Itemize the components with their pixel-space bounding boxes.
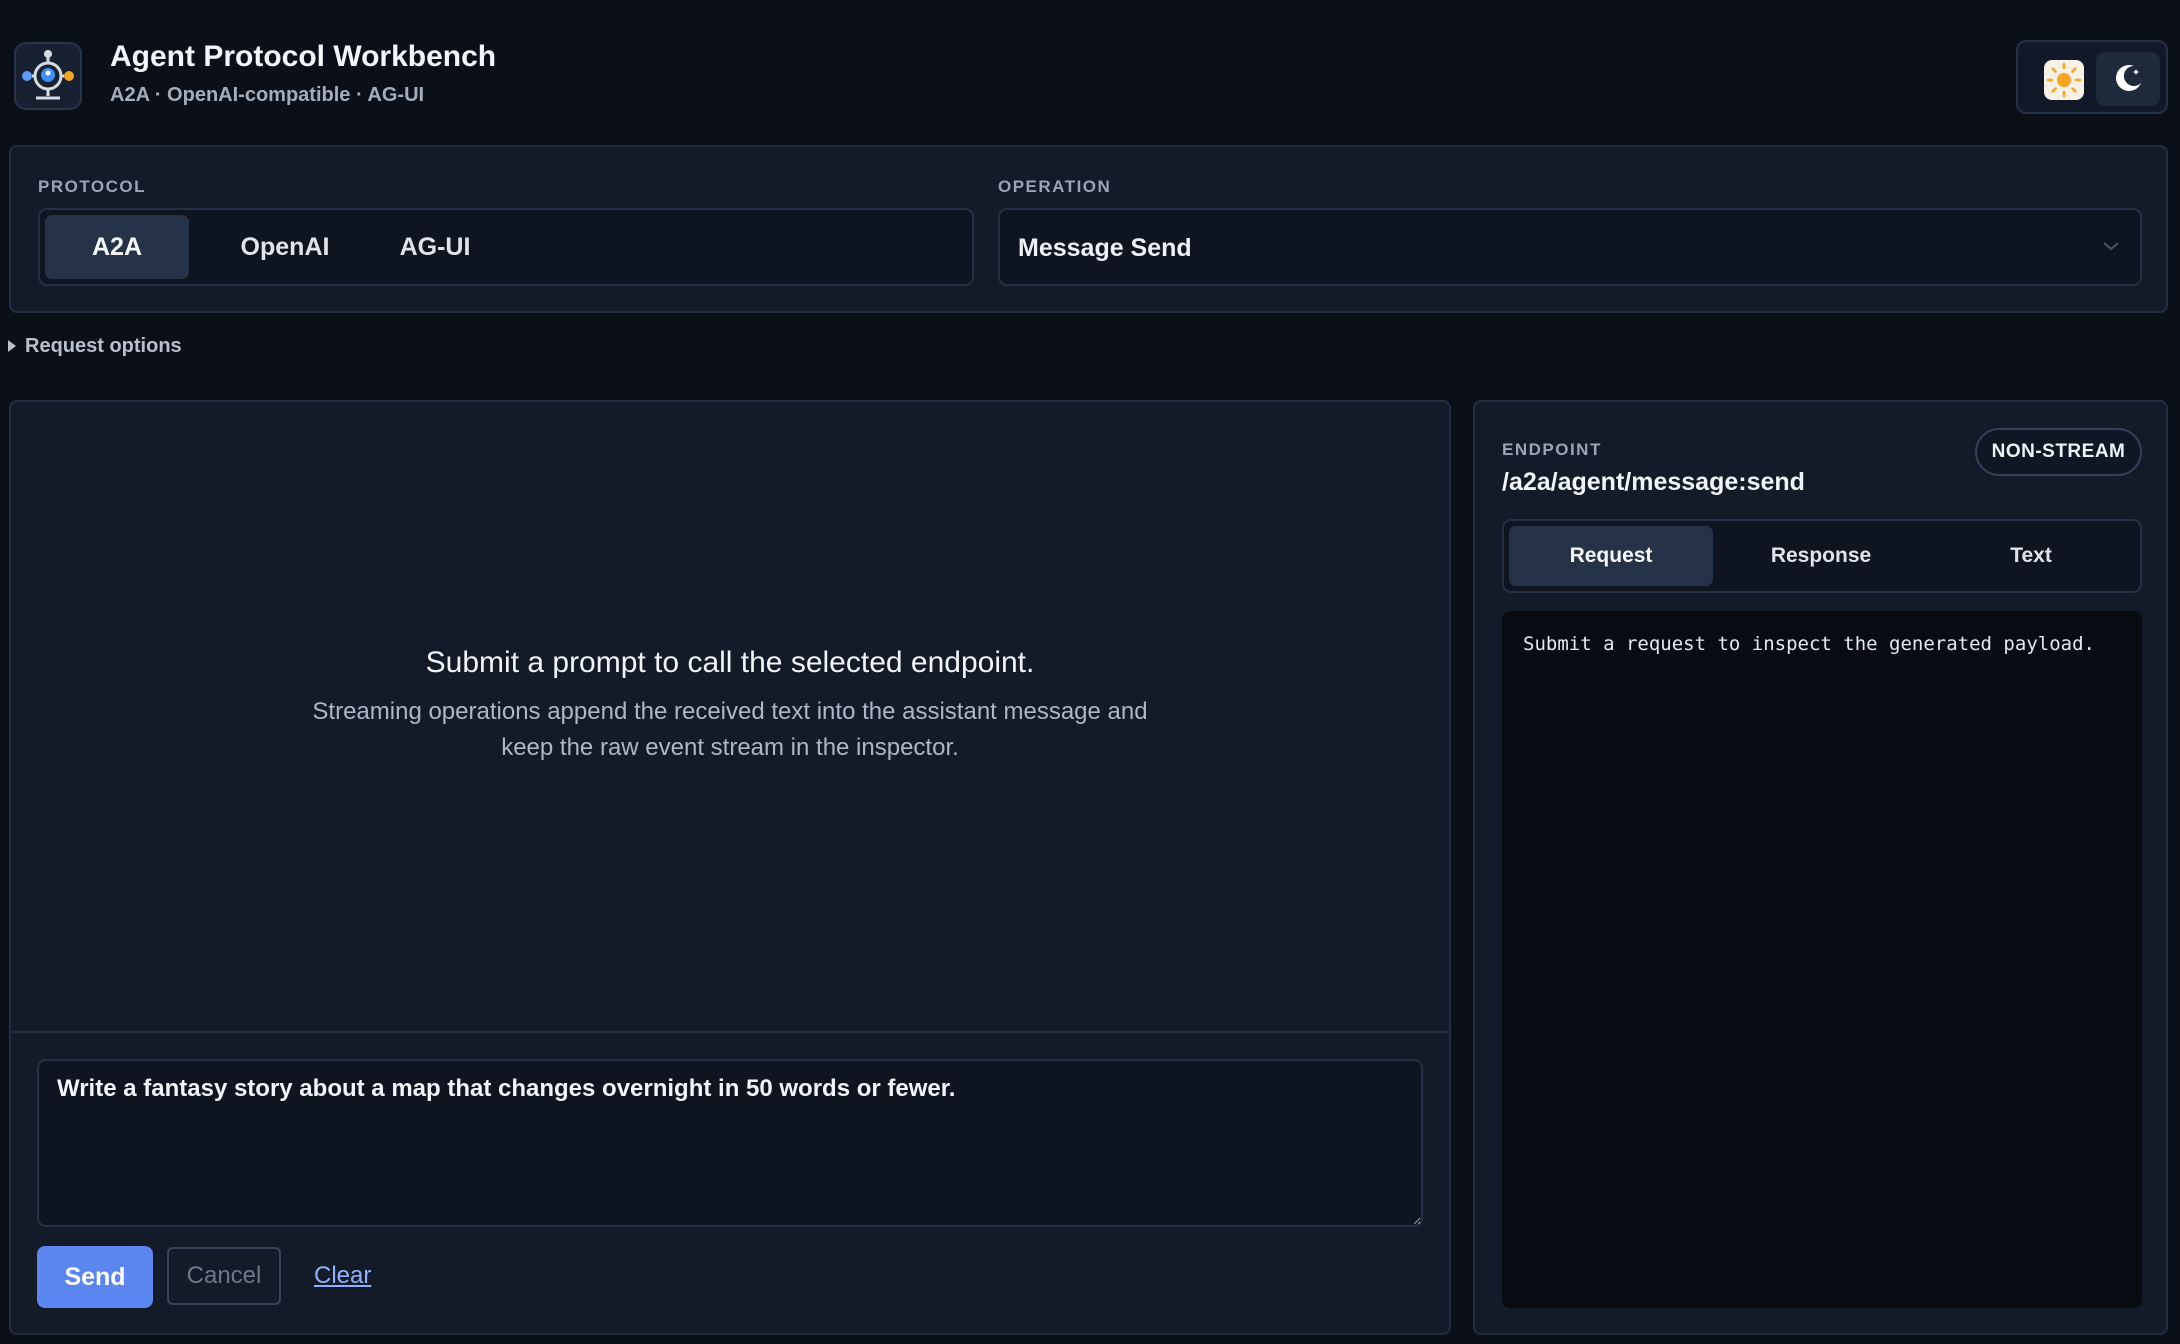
prompt-input[interactable]: Write a fantasy story about a map that c… xyxy=(37,1059,1423,1227)
empty-state-body: Streaming operations append the received… xyxy=(312,698,1148,761)
app-title: Agent Protocol Workbench xyxy=(110,40,497,73)
tab-request[interactable]: Request xyxy=(1509,526,1713,586)
endpoint-path: /a2a/agent/message:send xyxy=(1502,468,1805,496)
clear-link[interactable]: Clear xyxy=(314,1262,371,1290)
protocol-option-a2a[interactable]: A2A xyxy=(45,215,189,279)
disclosure-triangle-icon xyxy=(8,340,16,352)
empty-state-title: Submit a prompt to call the selected end… xyxy=(425,646,1035,679)
request-options-label: Request options xyxy=(25,334,182,357)
operation-value: Message Send xyxy=(1018,234,1192,262)
inspector-panel: ENDPOINT /a2a/agent/message:send NON-STR… xyxy=(1473,400,2168,1335)
composer-divider xyxy=(11,1031,1449,1033)
chat-panel: Submit a prompt to call the selected end… xyxy=(9,400,1451,1335)
protocol-option-ag-ui[interactable]: AG-UI xyxy=(375,215,495,279)
request-options-toggle[interactable]: Request options xyxy=(8,333,182,359)
mode-badge: NON-STREAM xyxy=(1975,428,2142,476)
app-header: Agent Protocol Workbench A2A · OpenAI-co… xyxy=(0,0,2180,140)
inspector-tabs: Request Response Text xyxy=(1502,519,2142,593)
sun-icon xyxy=(2044,60,2084,100)
dark-theme-button[interactable] xyxy=(2096,52,2160,106)
cancel-button[interactable]: Cancel xyxy=(167,1247,281,1305)
operation-select[interactable]: Message Send xyxy=(998,208,2142,286)
endpoint-label: ENDPOINT xyxy=(1502,440,1602,459)
protocol-option-openai[interactable]: OpenAI xyxy=(225,215,345,279)
theme-toggle xyxy=(2016,40,2168,114)
app-subtitle: A2A · OpenAI-compatible · AG-UI xyxy=(110,84,425,106)
payload-viewer: Submit a request to inspect the generate… xyxy=(1502,611,2142,1308)
tab-response[interactable]: Response xyxy=(1719,526,1923,586)
workbench-app: Agent Protocol Workbench A2A · OpenAI-co… xyxy=(0,0,2180,1344)
control-panel: PROTOCOL A2A OpenAI AG-UI OPERATION Mess… xyxy=(9,145,2168,313)
agent-network-icon xyxy=(14,42,82,110)
tab-text[interactable]: Text xyxy=(1929,526,2133,586)
send-button[interactable]: Send xyxy=(37,1246,153,1308)
protocol-label: PROTOCOL xyxy=(38,177,147,196)
light-theme-button[interactable] xyxy=(2032,52,2096,106)
chevron-down-icon xyxy=(2103,242,2119,251)
operation-label: OPERATION xyxy=(998,177,1112,196)
protocol-selector: A2A OpenAI AG-UI xyxy=(38,208,974,286)
moon-icon xyxy=(2116,65,2141,91)
